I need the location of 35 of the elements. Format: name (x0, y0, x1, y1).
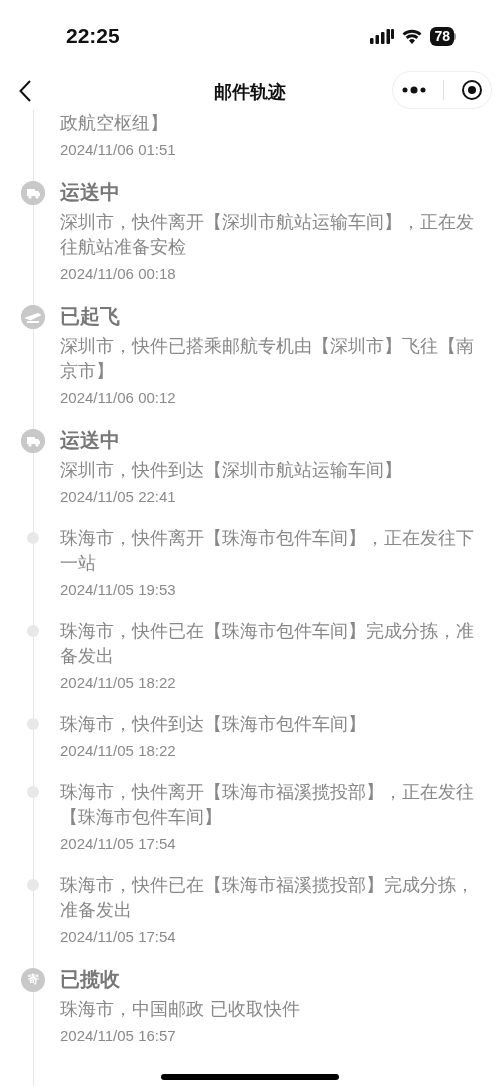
event-description: 珠海市，快件已在【珠海市包件车间】完成分拣，准备发出 (60, 619, 475, 668)
event-description: 政航空枢纽】 (60, 111, 169, 135)
status-time: 22:25 (66, 23, 120, 50)
signal-icon (370, 28, 395, 44)
event-status: 运送中 (60, 179, 121, 206)
event-description: 珠海市，快件离开【珠海市包件车间】，正在发往下一站 (60, 526, 475, 575)
close-icon[interactable] (460, 79, 483, 101)
event-time: 2024/11/05 22:41 (60, 487, 177, 507)
event-time: 2024/11/06 01:51 (60, 140, 177, 160)
event-time: 2024/11/05 18:22 (60, 741, 177, 761)
event-time: 2024/11/06 00:12 (60, 388, 177, 408)
event-time: 2024/11/05 17:54 (60, 927, 177, 947)
event-time: 2024/11/05 16:57 (60, 1026, 177, 1046)
event-description: 珠海市，中国邮政 已收取快件 (60, 997, 301, 1021)
event-description: 珠海市，快件离开【珠海市福溪揽投部】，正在发往【珠海市包件车间】 (60, 780, 475, 829)
event-description: 深圳市，快件离开【深圳市航站运输车间】，正在发往航站准备安检 (60, 210, 475, 259)
event-time: 2024/11/05 17:54 (60, 834, 177, 854)
event-description: 珠海市，快件已在【珠海市福溪揽投部】完成分拣，准备发出 (60, 873, 475, 922)
page-title: 邮件轨迹 (214, 79, 286, 104)
back-icon[interactable] (19, 80, 31, 102)
truck-icon (21, 429, 45, 453)
plane-icon (21, 305, 45, 329)
event-status: 已揽收 (60, 966, 121, 993)
battery-icon: 78 (430, 26, 456, 46)
event-time: 2024/11/05 18:22 (60, 673, 177, 693)
event-description: 深圳市，快件已搭乘邮航专机由【深圳市】飞往【南京市】 (60, 334, 475, 383)
event-time: 2024/11/05 19:53 (60, 580, 177, 600)
event-description: 深圳市，快件到达【深圳市航站运输车间】 (60, 458, 403, 482)
wifi-icon (402, 28, 423, 44)
event-status: 运送中 (60, 427, 121, 454)
event-description: 珠海市，快件到达【珠海市包件车间】 (60, 712, 367, 736)
more-icon[interactable] (401, 86, 426, 94)
truck-icon (21, 181, 45, 205)
event-time: 2024/11/06 00:18 (60, 264, 177, 284)
event-status: 已起飞 (60, 303, 121, 330)
